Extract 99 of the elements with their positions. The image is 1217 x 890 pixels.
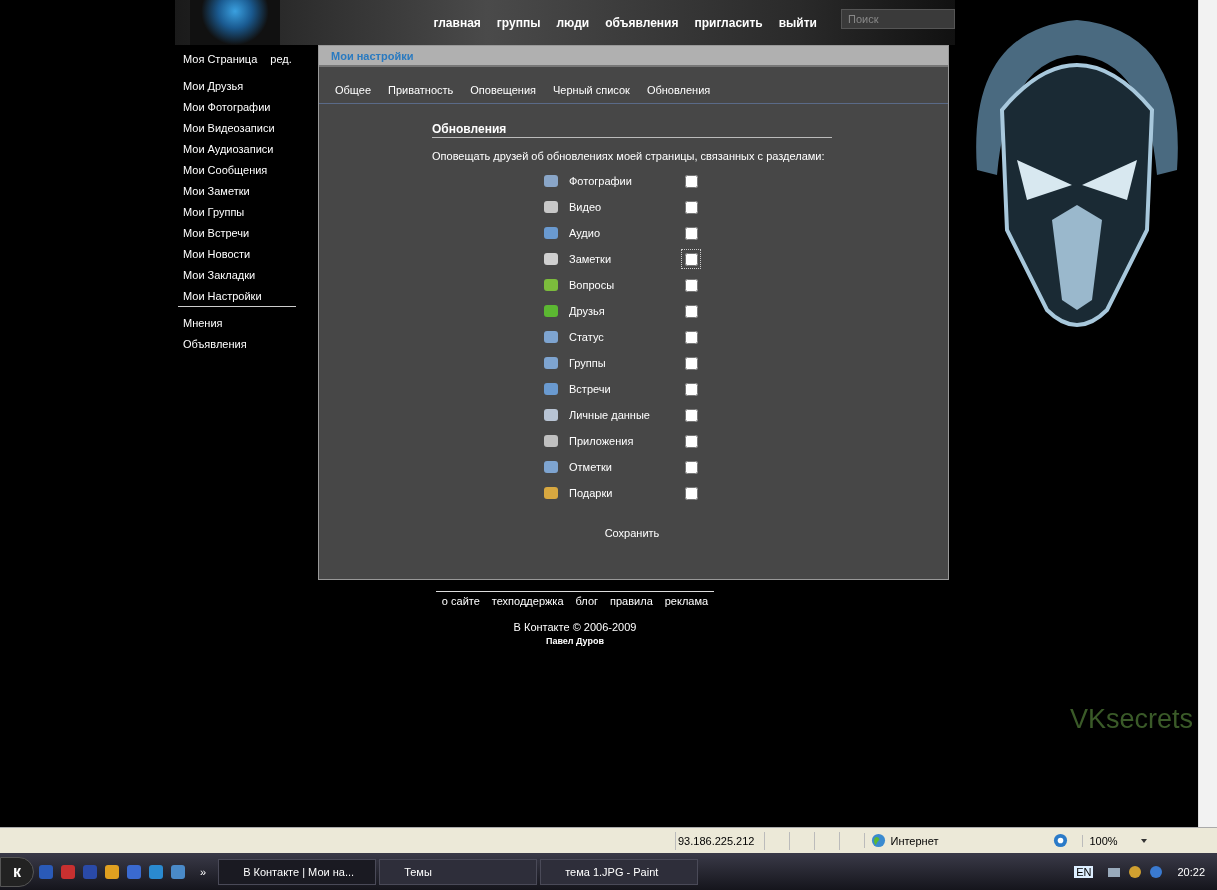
option-checkbox[interactable]: [684, 200, 698, 214]
settings-tab[interactable]: Приватность: [388, 84, 454, 103]
option-checkbox[interactable]: [684, 434, 698, 448]
nav-link[interactable]: главная: [433, 15, 481, 30]
tray-icon[interactable]: [1148, 863, 1165, 880]
theme-logo: VKsecrets: [1069, 704, 1193, 735]
settings-tab[interactable]: Оповещения: [470, 84, 536, 103]
option-checkbox[interactable]: [684, 460, 698, 474]
sidebar-link[interactable]: Мои Аудиозаписи: [178, 141, 296, 162]
section-icon: [543, 277, 559, 293]
sidebar-link[interactable]: Мои Закладки: [178, 267, 296, 288]
option-label: Статус: [569, 331, 605, 343]
settings-tab[interactable]: Черный список: [553, 84, 630, 103]
clock: 20:22: [1177, 865, 1205, 878]
sidebar-link[interactable]: Мои Друзья: [178, 78, 296, 99]
section-icon: [543, 173, 559, 189]
save-button[interactable]: Сохранить: [598, 526, 666, 540]
sidebar-link[interactable]: Объявления: [178, 336, 296, 357]
option-checkbox[interactable]: [684, 330, 698, 344]
footer-link[interactable]: реклама: [664, 595, 709, 607]
status-address: 93.186.225.212: [675, 831, 765, 850]
sidebar-link[interactable]: Мнения: [178, 315, 296, 336]
edit-link[interactable]: ред.: [270, 53, 292, 71]
option-checkbox[interactable]: [684, 486, 698, 500]
footer-link[interactable]: техподдержка: [491, 595, 564, 607]
option-label: Отметки: [569, 461, 613, 473]
section-icon: [543, 225, 559, 241]
option-checkbox[interactable]: [684, 356, 698, 370]
settings-tab[interactable]: Обновления: [646, 84, 711, 103]
nav-link[interactable]: выйти: [778, 15, 817, 30]
section-icon: [543, 355, 559, 371]
taskbar-button[interactable]: В Контакте | Мои на...: [218, 858, 377, 885]
section-icon: [543, 251, 559, 267]
zoom-control[interactable]: 100%: [1082, 834, 1118, 847]
option-checkbox[interactable]: [684, 278, 698, 292]
option-checkbox[interactable]: [684, 226, 698, 240]
start-button[interactable]: к: [0, 856, 34, 887]
sidebar-link[interactable]: Мои Видеозаписи: [178, 120, 296, 141]
section-icon: [543, 459, 559, 475]
option-checkbox[interactable]: [684, 408, 698, 422]
footer-link[interactable]: блог: [575, 595, 599, 607]
option-label: Подарки: [569, 487, 614, 499]
section-icon: [543, 329, 559, 345]
option-label: Встречи: [569, 383, 612, 395]
option-label: Фотографии: [569, 175, 633, 187]
quick-launch-icon[interactable]: [60, 863, 76, 880]
language-indicator[interactable]: EN: [1074, 865, 1094, 878]
section-icon: [543, 199, 559, 215]
settings-tab[interactable]: Общее: [335, 84, 372, 103]
option-checkbox[interactable]: [684, 174, 698, 188]
sidebar-link[interactable]: Мои Заметки: [178, 183, 296, 204]
section-description: Оповещать друзей об обновлениях моей страницы, связанных с разделами:: [432, 150, 826, 162]
privacy-icon: [1053, 833, 1069, 849]
nav-link[interactable]: пригласить: [694, 15, 763, 30]
section-heading: Обновления: [432, 122, 832, 138]
option-label: Группы: [569, 357, 607, 369]
panel-title: Мои настройки: [331, 49, 414, 62]
author-link[interactable]: Павел Дуров: [545, 636, 605, 646]
nav-link[interactable]: объявления: [605, 15, 679, 30]
taskbar-button[interactable]: Темы: [379, 858, 538, 885]
overflow-chevron[interactable]: »: [200, 865, 207, 878]
taskbar-button[interactable]: тема 1.JPG - Paint: [540, 858, 699, 885]
option-label: Видео: [569, 201, 603, 213]
option-label: Приложения: [569, 435, 635, 447]
option-checkbox[interactable]: [684, 304, 698, 318]
section-icon: [543, 407, 559, 423]
option-label: Личные данные: [569, 409, 651, 421]
option-label: Вопросы: [569, 279, 616, 291]
caret-icon[interactable]: [1139, 836, 1148, 845]
option-checkbox[interactable]: [684, 252, 698, 266]
section-icon: [543, 485, 559, 501]
nav-link[interactable]: люди: [556, 15, 590, 30]
search-field[interactable]: Поиск: [841, 8, 955, 29]
quick-launch-icon[interactable]: [148, 863, 164, 880]
option-label: Друзья: [569, 305, 606, 317]
footer-link[interactable]: правила: [610, 595, 653, 607]
scrollbar[interactable]: [1198, 0, 1217, 828]
option-label: Заметки: [569, 253, 613, 265]
sidebar-link[interactable]: Моя Страница: [183, 53, 258, 71]
sidebar-link[interactable]: Мои Сообщения: [178, 162, 296, 183]
copyright-text: В Контакте © 2006-2009: [513, 621, 637, 633]
quick-launch-icon[interactable]: [126, 863, 142, 880]
sidebar-link[interactable]: Мои Настройки: [178, 288, 296, 309]
sidebar-link[interactable]: Мои Встречи: [178, 225, 296, 246]
section-icon: [543, 433, 559, 449]
footer-link[interactable]: о сайте: [441, 595, 480, 607]
sidebar-link[interactable]: Мои Фотографии: [178, 99, 296, 120]
status-zone: Интернет: [890, 834, 939, 847]
section-icon: [543, 303, 559, 319]
sidebar-link[interactable]: Мои Группы: [178, 204, 296, 225]
option-checkbox[interactable]: [684, 382, 698, 396]
quick-launch-icon[interactable]: [104, 863, 120, 880]
nav-link[interactable]: группы: [496, 15, 541, 30]
section-icon: [543, 381, 559, 397]
quick-launch-icon[interactable]: [170, 863, 186, 880]
tray-icon[interactable]: [1127, 863, 1144, 880]
globe-icon: [871, 833, 887, 849]
option-label: Аудио: [569, 227, 602, 239]
sidebar-link[interactable]: Мои Новости: [178, 246, 296, 267]
